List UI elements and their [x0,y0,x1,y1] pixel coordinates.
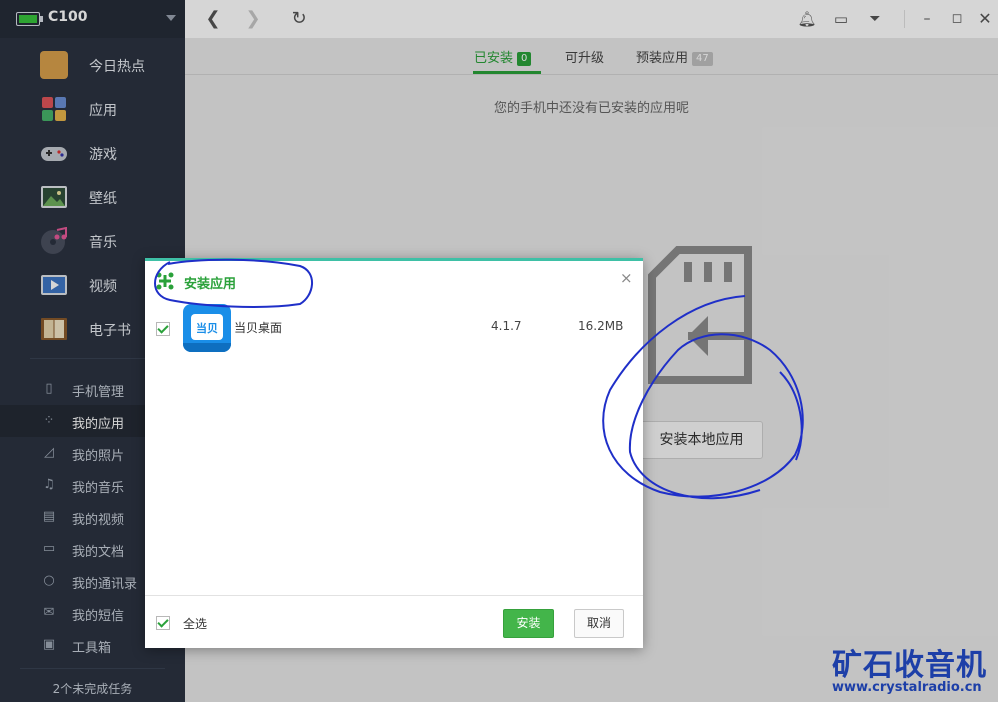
active-tab-underline [473,71,541,74]
sidebar-item-label: 游戏 [89,147,117,163]
pending-tasks-link[interactable]: 2个未完成任务 [0,680,185,697]
sd-card-install-icon [648,246,752,384]
minimize-icon[interactable]: – [917,9,937,29]
note-icon: ♫ [43,477,55,492]
device-selector[interactable]: C100 [0,0,185,38]
tab-installed[interactable]: 已安装 0 [474,47,532,66]
app-icon-badge: 当贝 [191,314,223,340]
empty-message: 您的手机中还没有已安装的应用呢 [493,101,689,116]
sidebar-item-label: 我的音乐 [72,481,125,496]
sidebar-item-label: 我的短信 [72,609,125,624]
book-icon [40,315,68,343]
tab-label: 预装应用 [636,51,689,66]
watermark-title: 矿石收音机 [832,648,987,683]
sidebar-item-label: 壁纸 [89,191,117,207]
gamepad-icon [40,139,68,167]
install-app-dialog: 安装应用 × 当贝 当贝桌面 4.1.7 16.2MB 全选 安装 取消 [145,258,643,648]
open-book-icon: ▭ [42,541,56,556]
picture-icon [40,183,68,211]
grid-icon: ⁘ [43,413,55,428]
device-name: C100 [48,9,88,25]
install-button[interactable]: 安装 [503,609,554,638]
toolbox-icon: ▣ [42,637,56,652]
envelope-icon: ✉ [43,605,55,620]
back-arrow-icon[interactable]: ❮ [203,9,223,29]
close-icon[interactable]: × [620,269,633,287]
tab-bar: 已安装 0 可升级 预装应用 47 [185,38,998,75]
app-icon-strip [183,343,231,352]
tab-label: 已安装 [474,51,514,66]
count-badge: 0 [517,52,532,66]
sidebar-item-label: 我的通讯录 [72,577,138,592]
select-all-checkbox[interactable] [156,616,170,630]
app-logo-icon [156,272,174,290]
sidebar-item-label: 我的应用 [72,417,125,432]
dialog-footer-divider [145,595,643,596]
select-all-label: 全选 [183,617,208,631]
app-name: 当贝桌面 [234,321,283,335]
toolbar: ❮ ❯ ↻ 🔔︎ ▭ ⏷ – ◻ ✕ [185,0,998,39]
watermark-url: www.crystalradio.cn [832,680,982,695]
install-local-app-button[interactable]: 安装本地应用 [640,421,763,459]
sidebar-divider [20,668,165,669]
bell-icon[interactable]: 🔔︎ [797,9,817,29]
cancel-button[interactable]: 取消 [574,609,624,638]
sidebar-item-label: 今日热点 [89,59,145,75]
sidebar-item-apps[interactable]: 应用 [0,88,185,132]
sidebar-item-label: 应用 [89,103,117,119]
person-icon: ○ [43,573,55,588]
toolbar-separator [904,10,905,28]
sidebar-item-label: 工具箱 [72,641,112,656]
app-checkbox[interactable] [156,322,170,336]
sidebar-item-label: 我的视频 [72,513,125,528]
film-icon: ▤ [42,509,56,524]
menu-dropdown-icon[interactable]: ⏷ [865,9,885,29]
sidebar-item-label: 音乐 [89,235,117,251]
music-disc-icon [40,226,68,255]
sidebar-item-label: 我的文档 [72,545,125,560]
tab-upgradable[interactable]: 可升级 [565,47,604,66]
tab-preinstalled[interactable]: 预装应用 47 [636,47,713,66]
message-icon[interactable]: ▭ [831,9,851,29]
photo-icon: ◿ [44,445,54,460]
close-icon[interactable]: ✕ [975,9,995,29]
video-play-icon [40,271,68,299]
tab-label: 可升级 [565,51,605,66]
sidebar-item-label: 视频 [89,279,117,295]
app-size: 16.2MB [578,319,624,333]
apps-grid-icon [40,95,68,123]
forward-arrow-icon[interactable]: ❯ [243,9,263,29]
watermark: 矿石收音机 www.crystalradio.cn [830,640,994,700]
sidebar-item-label: 我的照片 [72,449,125,464]
refresh-icon[interactable]: ↻ [289,9,309,29]
dialog-title: 安装应用 [184,277,237,292]
chevron-down-icon[interactable] [166,15,176,21]
sidebar-item-wallpaper[interactable]: 壁纸 [0,176,185,220]
sidebar-item-label: 手机管理 [72,385,125,400]
phone-icon: ▯ [45,381,53,396]
sidebar-item-hot[interactable]: 今日热点 [0,44,185,88]
app-icon-text: 当贝 [196,322,218,335]
maximize-icon[interactable]: ◻ [947,9,967,29]
shopping-bag-icon [40,51,68,79]
battery-icon [16,12,43,26]
dangbei-app-icon: 当贝 [183,304,231,352]
count-badge: 47 [692,52,713,66]
sidebar-item-label: 电子书 [89,323,131,339]
app-version: 4.1.7 [491,319,522,333]
sidebar-item-games[interactable]: 游戏 [0,132,185,176]
